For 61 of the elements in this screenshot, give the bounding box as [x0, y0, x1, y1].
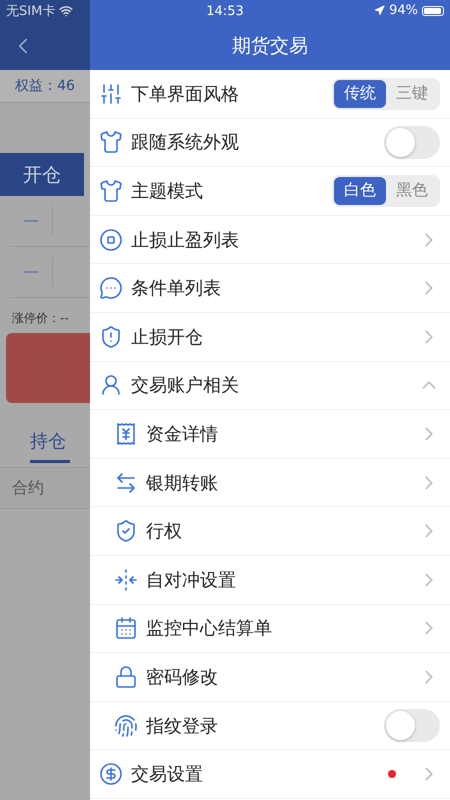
- drawer-title: 期货交易: [90, 22, 450, 70]
- menu-item-label: 监控中心结算单: [146, 617, 273, 640]
- location-icon: [374, 5, 386, 16]
- menu-item[interactable]: 止损开仓: [90, 312, 450, 362]
- chat-bubble-icon: [99, 276, 123, 300]
- menu-item[interactable]: 条件单列表: [90, 264, 450, 313]
- receipt-icon: [114, 422, 138, 446]
- user-icon: [99, 373, 123, 398]
- column-header: 合约: [0, 467, 90, 509]
- menu-item[interactable]: 主题模式 白色 黑色: [90, 167, 450, 216]
- menu-item-label: 行权: [146, 520, 183, 544]
- menu-item-label: 下单界面风格: [131, 82, 240, 106]
- menu-item[interactable]: 银期转账: [90, 458, 450, 508]
- menu-item[interactable]: 密码修改: [90, 653, 450, 702]
- menu-item[interactable]: 交易账户相关: [90, 362, 450, 410]
- menu-item-label: 交易账户相关: [131, 374, 240, 398]
- buy-button[interactable]: [6, 333, 90, 403]
- lock-icon: [114, 664, 138, 689]
- shield-check-icon: [114, 519, 138, 544]
- menu-item[interactable]: 止损止盈列表: [90, 216, 450, 264]
- segment-option[interactable]: 传统: [334, 80, 386, 108]
- menu-item-label: 条件单列表: [131, 277, 222, 300]
- menu-item[interactable]: 指纹登录: [90, 702, 450, 750]
- equity-label: 权益：46: [0, 70, 90, 103]
- menu-item[interactable]: 资金详情: [90, 410, 450, 459]
- menu-item[interactable]: 监控中心结算单: [90, 604, 450, 654]
- toggle-switch[interactable]: [384, 709, 440, 742]
- menu-item-label: 交易设置: [131, 763, 204, 786]
- shirt-icon: [99, 178, 123, 203]
- stop-icon: [99, 228, 123, 252]
- positions-tab[interactable]: 持仓: [30, 421, 70, 463]
- shirt-icon: [99, 130, 123, 154]
- fingerprint-icon: [114, 714, 138, 738]
- shield-icon: [99, 324, 123, 349]
- toggle-switch[interactable]: [384, 126, 440, 159]
- open-position-tab[interactable]: 开仓: [0, 153, 84, 196]
- menu-item-label: 止损开仓: [131, 326, 204, 349]
- menu-item-label: 主题模式: [131, 180, 204, 203]
- arrows-icon: [114, 568, 138, 592]
- menu-item-label: 银期转账: [146, 472, 219, 495]
- menu-item-label: 资金详情: [146, 422, 219, 446]
- battery-percent: 94%: [389, 3, 418, 18]
- calendar-icon: [114, 616, 138, 640]
- sliders-icon: [99, 82, 123, 106]
- menu-item[interactable]: 行权: [90, 507, 450, 556]
- limit-up-price: 涨停价：--: [11, 310, 70, 327]
- menu-item[interactable]: 自对冲设置: [90, 556, 450, 605]
- carrier-label: 无SIM卡: [6, 3, 56, 20]
- coin-icon: [99, 762, 123, 786]
- clock-time: 14:53: [206, 4, 244, 18]
- menu-item[interactable]: 跟随系统外观: [90, 118, 450, 168]
- menu-item-label: 跟随系统外观: [131, 131, 240, 154]
- segment-option[interactable]: 白色: [334, 176, 386, 205]
- menu-item[interactable]: 下单界面风格 传统 三键: [90, 70, 450, 119]
- menu-item-label: 自对冲设置: [146, 568, 237, 592]
- menu-item[interactable]: 交易设置: [90, 750, 450, 799]
- menu-item-label: 止损止盈列表: [131, 228, 240, 252]
- menu-item-label: 指纹登录: [146, 714, 219, 738]
- wifi-icon: [59, 4, 74, 18]
- menu-item-label: 密码修改: [146, 666, 219, 689]
- battery-icon: [422, 6, 444, 16]
